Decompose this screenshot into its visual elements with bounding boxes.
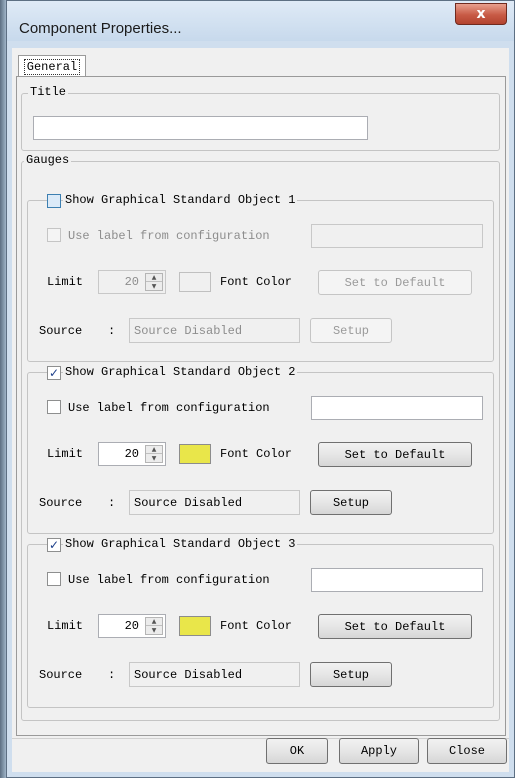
label-2-input[interactable] [311, 396, 483, 420]
title-bar[interactable]: Component Properties... x [7, 1, 514, 41]
source-1-value: Source Disabled [129, 318, 300, 343]
font-color-1-label: Font Color [220, 275, 293, 289]
gauge-object-1-group: Show Graphical Standard Object 1 Use lab… [27, 193, 494, 362]
close-button[interactable]: Close [427, 738, 507, 764]
font-color-2-label: Font Color [220, 447, 293, 461]
use-label-3-checkbox[interactable] [47, 572, 61, 586]
font-color-2-swatch[interactable] [179, 444, 211, 464]
use-label-2-text: Use label from configuration [68, 401, 270, 415]
source-2-label: Source [39, 496, 83, 510]
setup-3-button[interactable]: Setup [310, 662, 392, 687]
source-2-value: Source Disabled [129, 490, 300, 515]
setup-2-button[interactable]: Setup [310, 490, 392, 515]
source-3-label: Source [39, 668, 83, 682]
title-group-legend: Title [28, 85, 69, 99]
apply-button[interactable]: Apply [339, 738, 419, 764]
dialog-window: Component Properties... x General Title … [6, 0, 515, 778]
font-color-3-swatch[interactable] [179, 616, 211, 636]
title-input[interactable] [33, 116, 368, 140]
limit-3-value: 20 [124, 619, 139, 633]
source-3-sep: : [108, 668, 116, 682]
gauges-group-legend: Gauges [24, 153, 72, 167]
source-2-sep: : [108, 496, 116, 510]
gauges-group: Gauges Show Graphical Standard Object 1 … [21, 153, 500, 721]
show-object-2-label: Show Graphical Standard Object 2 [63, 365, 298, 379]
spin-down-icon[interactable]: ▼ [146, 626, 162, 634]
spin-down-icon[interactable]: ▼ [146, 454, 162, 462]
show-object-1-checkbox[interactable] [47, 194, 61, 208]
limit-1-label: Limit [47, 275, 84, 289]
spin-up-icon[interactable]: ▲ [146, 446, 162, 454]
show-object-2-checkbox[interactable]: ✓ [47, 366, 61, 380]
close-window-button[interactable]: x [455, 3, 507, 25]
limit-1-spin-arrows[interactable]: ▲ ▼ [145, 273, 163, 291]
source-1-label: Source [39, 324, 83, 338]
limit-2-spinbox[interactable]: 20 ▲ ▼ [98, 442, 166, 466]
source-3-value: Source Disabled [129, 662, 300, 687]
limit-3-spin-arrows[interactable]: ▲ ▼ [145, 617, 163, 635]
checkmark-icon: ✓ [48, 366, 60, 380]
ok-button[interactable]: OK [266, 738, 328, 764]
limit-2-label: Limit [47, 447, 84, 461]
set-default-3-button[interactable]: Set to Default [318, 614, 472, 639]
limit-2-spin-arrows[interactable]: ▲ ▼ [145, 445, 163, 463]
tab-general[interactable]: General [18, 55, 86, 77]
window-title: Component Properties... [19, 20, 182, 37]
set-default-2-button[interactable]: Set to Default [318, 442, 472, 467]
tab-label: General [23, 58, 81, 75]
limit-3-spinbox[interactable]: 20 ▲ ▼ [98, 614, 166, 638]
close-icon: x [476, 6, 486, 22]
gauge-object-3-group: ✓ Show Graphical Standard Object 3 Use l… [27, 537, 494, 708]
label-3-input[interactable] [311, 568, 483, 592]
font-color-3-label: Font Color [220, 619, 293, 633]
show-object-3-checkbox[interactable]: ✓ [47, 538, 61, 552]
font-color-1-swatch[interactable] [179, 272, 211, 292]
limit-1-spinbox[interactable]: 20 ▲ ▼ [98, 270, 166, 294]
use-label-3-text: Use label from configuration [68, 573, 270, 587]
show-object-1-label: Show Graphical Standard Object 1 [63, 193, 298, 207]
use-label-1-checkbox[interactable] [47, 228, 61, 242]
use-label-2-checkbox[interactable] [47, 400, 61, 414]
spin-up-icon[interactable]: ▲ [146, 618, 162, 626]
title-group: Title [21, 85, 500, 151]
gauge-object-2-group: ✓ Show Graphical Standard Object 2 Use l… [27, 365, 494, 534]
limit-1-value: 20 [124, 275, 139, 289]
dialog-client: General Title Gauges Show Graphical Stan… [12, 48, 509, 772]
spin-down-icon[interactable]: ▼ [146, 282, 162, 290]
use-label-1-text: Use label from configuration [68, 229, 270, 243]
spin-up-icon[interactable]: ▲ [146, 274, 162, 282]
checkmark-icon: ✓ [48, 538, 60, 552]
source-1-sep: : [108, 324, 116, 338]
setup-1-button[interactable]: Setup [310, 318, 392, 343]
limit-3-label: Limit [47, 619, 84, 633]
limit-2-value: 20 [124, 447, 139, 461]
general-tab-panel: Title Gauges Show Graphical Standard Obj… [16, 76, 506, 736]
show-object-3-label: Show Graphical Standard Object 3 [63, 537, 298, 551]
label-1-input[interactable] [311, 224, 483, 248]
set-default-1-button[interactable]: Set to Default [318, 270, 472, 295]
